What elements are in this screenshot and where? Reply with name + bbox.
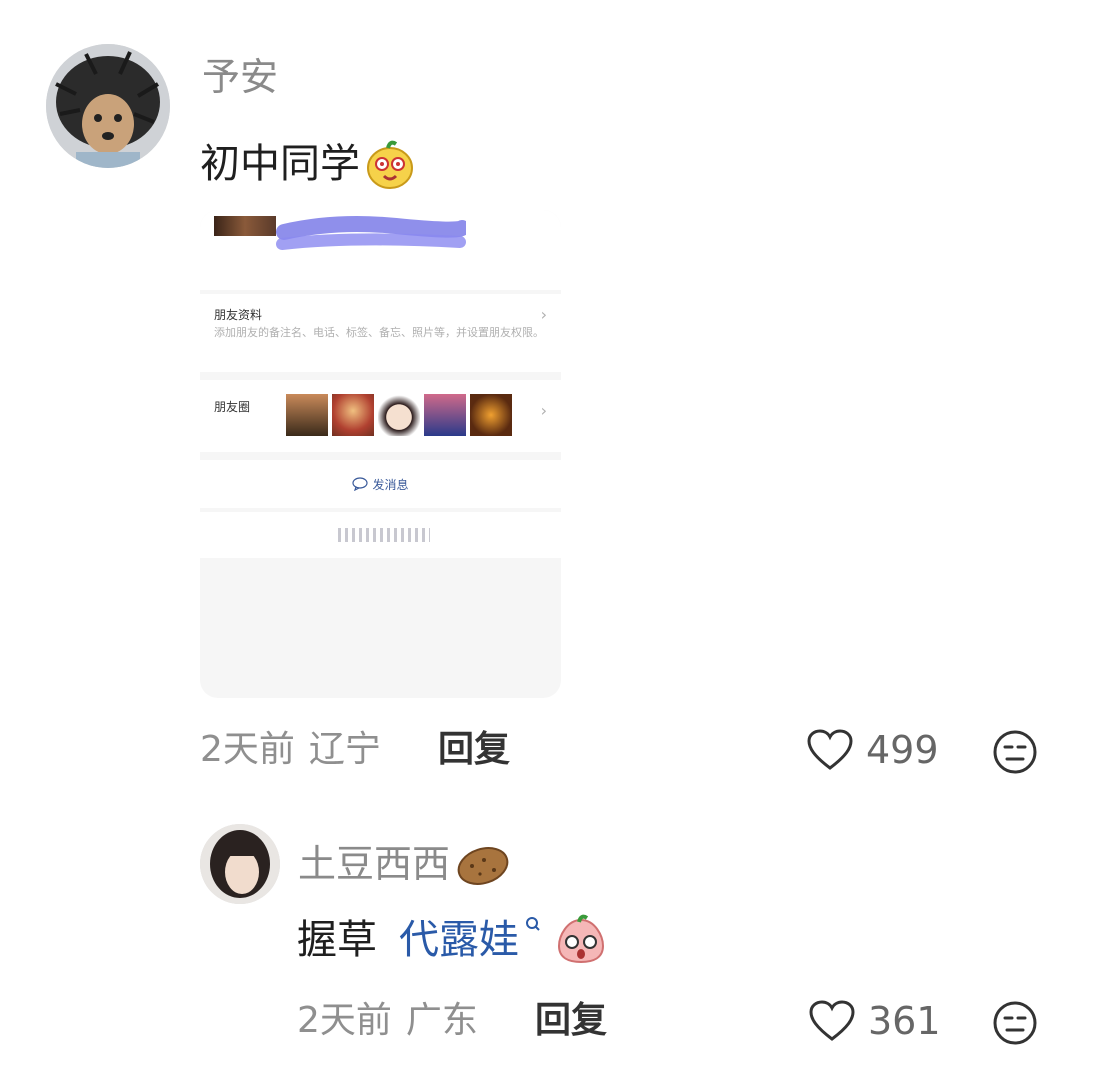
thumbnail (470, 394, 512, 436)
comment-time: 2天前 (200, 729, 295, 770)
avatar[interactable] (46, 44, 170, 168)
thumbnail (332, 394, 374, 436)
section-title: 朋友资料 (214, 308, 263, 322)
thumbnail (378, 394, 420, 436)
thumbnail (286, 394, 328, 436)
thumbnail (424, 394, 466, 436)
comment-text: 初中同学 (200, 138, 416, 190)
profile-header (200, 210, 561, 290)
username[interactable]: 予安 (202, 58, 278, 96)
search-icon (526, 917, 540, 931)
heart-icon (809, 1000, 855, 1041)
potato-emoji-icon (457, 847, 509, 885)
moments-section[interactable]: 朋友圈 › (200, 380, 561, 452)
comment-meta: 2天前 广东 (297, 1003, 478, 1039)
comment-location: 辽宁 (308, 729, 381, 770)
like-button[interactable]: 361 (808, 999, 941, 1043)
reply-button[interactable]: 回复 (438, 732, 510, 768)
section-description: 添加朋友的备注名、电话、标签、备忘、照片等，并设置朋友权限。 (214, 326, 544, 339)
heart-icon (807, 729, 853, 770)
profile-photo-strip (214, 216, 276, 236)
like-count: 361 (868, 999, 941, 1043)
chevron-right-icon: › (540, 401, 547, 420)
blurred-text (338, 528, 430, 542)
comment-image[interactable]: 朋友资料 添加朋友的备注名、电话、标签、备忘、照片等，并设置朋友权限。 › 朋友… (200, 210, 561, 698)
emoji-face-icon (557, 914, 605, 964)
search-link[interactable]: 代露娃 (399, 920, 519, 960)
avatar[interactable] (200, 824, 280, 904)
username[interactable]: 土豆西西 (298, 840, 512, 888)
chat-bubble-icon (352, 477, 369, 491)
send-message-label: 发消息 (372, 477, 409, 492)
comment-meta: 2天前 辽宁 (200, 732, 381, 768)
friend-info-section[interactable]: 朋友资料 添加朋友的备注名、电话、标签、备忘、照片等，并设置朋友权限。 › (200, 294, 561, 372)
comment-text: 握草 代露娃 (297, 914, 607, 966)
moments-thumbnails (286, 394, 526, 438)
blurred-row (200, 512, 561, 558)
emoji-face-icon (367, 140, 413, 189)
username-text: 土豆西西 (298, 842, 451, 886)
avatar-image (46, 44, 170, 168)
avatar-image (200, 824, 280, 904)
comment-location: 广东 (405, 1000, 478, 1041)
redaction-scribble (276, 216, 466, 250)
comment-time: 2天前 (297, 1000, 392, 1041)
comment-body: 初中同学 (200, 141, 360, 187)
like-button[interactable]: 499 (806, 728, 939, 772)
like-count: 499 (866, 728, 939, 772)
reply-button[interactable]: 回复 (535, 1003, 607, 1039)
comment-body: 握草 (297, 917, 377, 963)
section-title: 朋友圈 (214, 400, 251, 414)
dislike-face-icon[interactable] (992, 1000, 1038, 1046)
send-message-row[interactable]: 发消息 (200, 460, 561, 508)
chevron-right-icon: › (540, 305, 547, 324)
dislike-face-icon[interactable] (992, 729, 1038, 775)
